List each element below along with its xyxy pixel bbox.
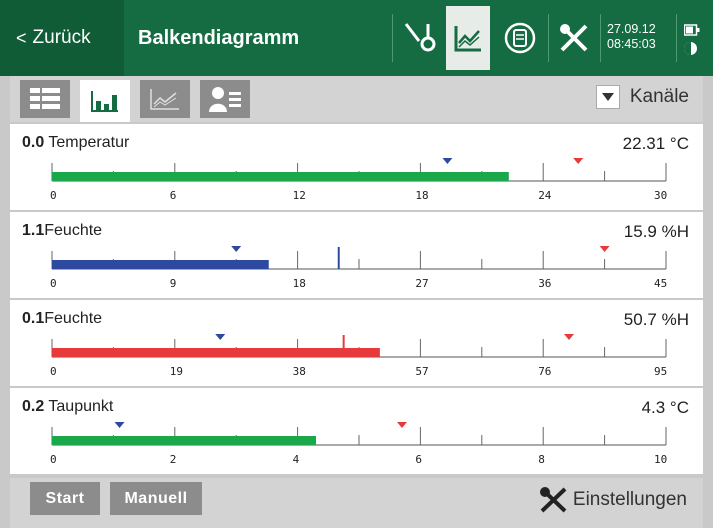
- tick-label: 18: [415, 189, 428, 202]
- tick-label: 0: [50, 277, 57, 290]
- tick-label: 8: [538, 453, 545, 466]
- user-list-icon: [209, 87, 241, 112]
- tab-line-chart[interactable]: [140, 80, 190, 118]
- tick-label: 30: [654, 189, 667, 202]
- back-label: Zurück: [32, 27, 91, 48]
- wrench-screwdriver-icon: [539, 487, 567, 513]
- bar-chart-icon: [91, 91, 118, 112]
- line-chart-icon: [454, 26, 481, 52]
- max-marker: [396, 422, 407, 428]
- view-tabs: Kanäle: [10, 76, 703, 122]
- bar-scale: 0 2 4 6 8 10: [50, 422, 667, 466]
- tick-label: 27: [415, 277, 428, 290]
- chart-view-button[interactable]: [446, 6, 490, 70]
- tick-label: 0: [50, 453, 57, 466]
- bar-scale: 0 19 38 57 76 95: [50, 334, 667, 378]
- sensor-probe-icon: [404, 23, 436, 52]
- channel-panel: 0.0 Temperatur 22.31 °C 0 6 12 18 24 30: [10, 124, 703, 210]
- bottom-bar: Start Manuell Einstellungen: [10, 478, 703, 528]
- value-bar: [52, 260, 269, 269]
- contrast-icon[interactable]: [684, 42, 697, 55]
- max-marker: [599, 246, 610, 252]
- tick-label: 24: [538, 189, 552, 202]
- tick-label: 36: [538, 277, 551, 290]
- tick-label: 76: [538, 365, 551, 378]
- tab-table-view[interactable]: [20, 80, 70, 118]
- tick-label: 0: [50, 189, 57, 202]
- tick-label: 2: [170, 453, 177, 466]
- channel-panel: 1.1Feuchte 15.9 %H 0 9 18 27 36 45: [10, 212, 703, 298]
- min-marker: [442, 158, 453, 164]
- tick-label: 9: [170, 277, 177, 290]
- battery-icon: [684, 24, 700, 36]
- dropdown-arrow-icon: [595, 85, 620, 109]
- tick-label: 45: [654, 277, 667, 290]
- time-text: 08:45:03: [607, 37, 656, 51]
- channels-label: Kanäle: [629, 86, 689, 107]
- channels-dropdown[interactable]: Kanäle: [595, 85, 689, 109]
- channel-panel: 0.1Feuchte 50.7 %H 0 19 38 57 76 95: [10, 300, 703, 386]
- divider: [548, 14, 549, 62]
- max-marker: [563, 334, 574, 340]
- tick-label: 0: [50, 365, 57, 378]
- min-marker: [231, 246, 242, 252]
- sensor-probe-button[interactable]: [398, 10, 442, 66]
- settings-button[interactable]: Einstellungen: [539, 486, 687, 514]
- memory-button[interactable]: [498, 10, 542, 66]
- tab-user-list[interactable]: [200, 80, 250, 118]
- divider: [392, 14, 393, 62]
- back-button[interactable]: < Zurück: [0, 0, 124, 76]
- value-bar: [52, 436, 317, 445]
- tick-label: 95: [654, 365, 667, 378]
- tick-label: 10: [654, 453, 667, 466]
- line-chart-icon: [150, 89, 179, 110]
- header-bar: < Zurück Balkendiagramm 27.09.12 08:45:0…: [0, 0, 713, 76]
- max-marker: [573, 158, 584, 164]
- value-bar: [52, 172, 509, 181]
- tick-label: 19: [170, 365, 183, 378]
- date-text: 27.09.12: [607, 22, 656, 36]
- divider: [676, 14, 677, 62]
- tools-button[interactable]: [552, 10, 596, 66]
- tab-bar-chart[interactable]: [80, 80, 130, 122]
- settings-label: Einstellungen: [572, 489, 687, 510]
- min-marker: [215, 334, 226, 340]
- bar-scale: 0 9 18 27 36 45: [50, 246, 667, 290]
- divider: [600, 14, 601, 62]
- wrench-screwdriver-icon: [560, 24, 588, 52]
- memory-icon: [504, 22, 536, 54]
- tick-label: 6: [415, 453, 422, 466]
- manual-button[interactable]: Manuell: [110, 482, 202, 515]
- tick-label: 4: [293, 453, 300, 466]
- tick-label: 18: [293, 277, 306, 290]
- bar-scale: 0 6 12 18 24 30: [50, 158, 667, 202]
- channel-panel: 0.2 Taupunkt 4.3 °C 0 2 4 6 8 10: [10, 388, 703, 474]
- datetime-display: 27.09.12 08:45:03: [607, 22, 656, 52]
- tick-label: 12: [293, 189, 306, 202]
- start-button[interactable]: Start: [30, 482, 100, 515]
- tick-label: 57: [415, 365, 428, 378]
- table-icon: [30, 88, 60, 109]
- page-title: Balkendiagramm: [138, 26, 300, 49]
- min-marker: [114, 422, 125, 428]
- tick-label: 38: [293, 365, 306, 378]
- chevron-left-icon: <: [16, 27, 27, 48]
- tick-label: 6: [170, 189, 177, 202]
- value-bar: [52, 348, 380, 357]
